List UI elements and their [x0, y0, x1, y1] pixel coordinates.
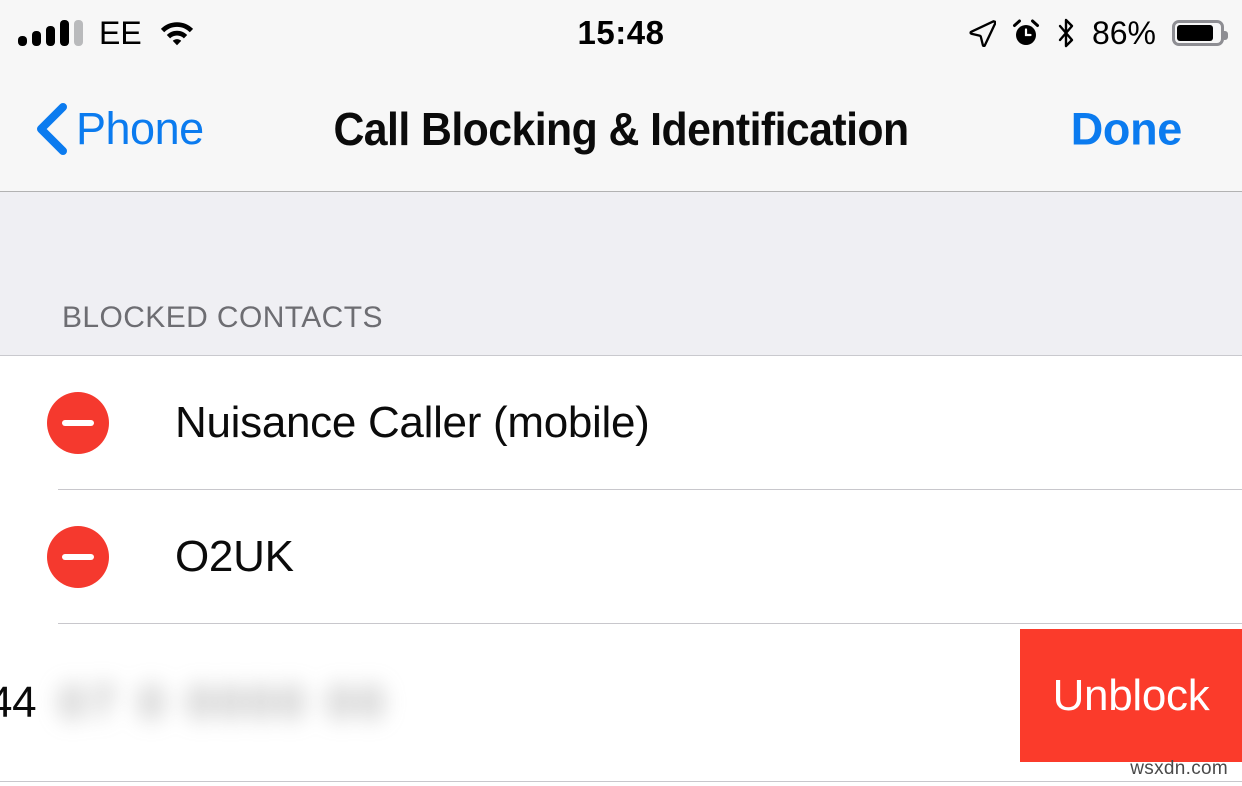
blocked-contacts-list: Nuisance Caller (mobile) O2UK 44 07 0 00… [0, 356, 1242, 782]
minus-circle-icon[interactable] [47, 526, 109, 588]
done-button[interactable]: Done [1071, 106, 1183, 151]
section-header-label: BLOCKED CONTACTS [62, 301, 383, 334]
phone-number-redacted: 07 0 0000 00 [60, 678, 389, 727]
unblock-button[interactable]: Unblock [1020, 629, 1242, 762]
battery-icon [1172, 20, 1228, 46]
bluetooth-icon [1056, 18, 1076, 48]
row-separator [0, 781, 1242, 782]
table-row-swiped[interactable]: 44 07 0 0000 00 Unblock [0, 624, 1242, 782]
unblock-button-label: Unblock [1052, 670, 1210, 720]
watermark: wsxdn.com [1130, 758, 1228, 779]
location-arrow-icon [968, 19, 996, 47]
table-row[interactable]: Nuisance Caller (mobile) [0, 356, 1242, 490]
page-title: Call Blocking & Identification [333, 102, 909, 155]
table-row[interactable]: O2UK [0, 490, 1242, 624]
battery-percentage-label: 86% [1091, 14, 1156, 51]
list-item-label: Nuisance Caller (mobile) [175, 398, 650, 447]
status-bar-right-group: 86% [968, 14, 1228, 52]
minus-circle-icon[interactable] [47, 392, 109, 454]
list-item-label: O2UK [175, 532, 294, 581]
blocked-contacts-section-header: BLOCKED CONTACTS [0, 192, 1242, 356]
status-bar: EE 15:48 86% [0, 0, 1242, 66]
alarm-clock-icon [1012, 19, 1040, 47]
navigation-bar: Phone Call Blocking & Identification Don… [0, 66, 1242, 192]
phone-number-visible-prefix: 44 [0, 678, 37, 727]
